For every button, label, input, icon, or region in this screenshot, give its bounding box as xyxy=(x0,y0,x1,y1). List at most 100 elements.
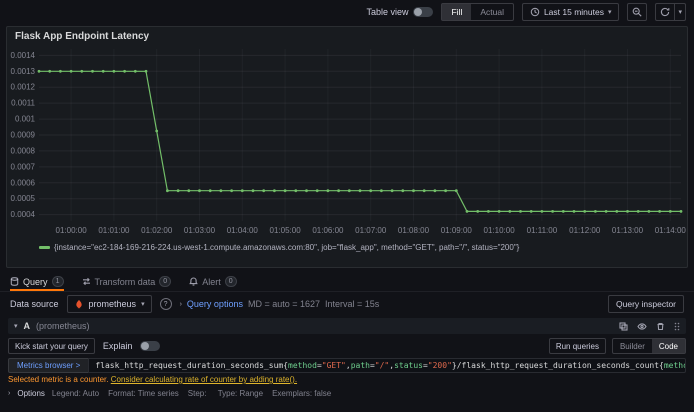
chart-legend[interactable]: {instance="ec2-184-169-216-224.us-west-1… xyxy=(39,243,681,252)
tab-alert-count: 0 xyxy=(224,276,237,287)
query-datasource-hint: (prometheus) xyxy=(36,321,90,331)
svg-text:0.0014: 0.0014 xyxy=(11,51,36,60)
legend-series-label[interactable]: {instance="ec2-184-169-216-224.us-west-1… xyxy=(54,243,519,252)
datasource-label: Data source xyxy=(10,299,59,309)
counter-warning: Selected metric is a counter. Consider c… xyxy=(8,375,686,385)
svg-text:01:10:00: 01:10:00 xyxy=(484,226,516,235)
tab-transform-label: Transform data xyxy=(94,276,156,287)
fill-button[interactable]: Fill xyxy=(442,4,472,20)
svg-text:0.0012: 0.0012 xyxy=(11,83,36,92)
query-row-header[interactable]: ▾ A (prometheus) xyxy=(8,318,686,334)
datasource-name: prometheus xyxy=(88,299,137,309)
switch-knob xyxy=(141,342,150,350)
datasource-picker[interactable]: prometheus ▾ xyxy=(66,295,152,313)
chevron-right-icon: › xyxy=(8,389,11,397)
panel-flask-latency: Flask App Endpoint Latency 0.0004 0.0005 0… xyxy=(6,26,688,268)
options-summary: Legend: Auto Format: Time series Step: Typ… xyxy=(51,388,332,398)
svg-text:0.0009: 0.0009 xyxy=(11,131,36,140)
panel-title: Flask App Endpoint Latency xyxy=(15,31,150,42)
tab-transform-count: 0 xyxy=(159,276,172,287)
svg-text:01:14:00: 01:14:00 xyxy=(655,226,687,235)
svg-text:0.0006: 0.0006 xyxy=(11,178,36,187)
query-ref-id: A xyxy=(23,321,31,331)
tab-query[interactable]: Query 1 xyxy=(10,272,64,291)
tab-query-label: Query xyxy=(23,276,48,287)
svg-text:0.0013: 0.0013 xyxy=(11,67,36,76)
tab-query-count: 1 xyxy=(51,276,64,287)
warning-rate-link[interactable]: Consider calculating rate of counter by … xyxy=(111,375,297,384)
table-view-switch[interactable] xyxy=(413,7,434,17)
svg-text:01:04:00: 01:04:00 xyxy=(227,226,259,235)
svg-text:0.001: 0.001 xyxy=(15,115,36,124)
tab-alert-label: Alert xyxy=(202,276,221,287)
warning-text: Selected metric is a counter. xyxy=(8,375,109,384)
query-options-label: Query options xyxy=(186,299,243,309)
svg-text:01:03:00: 01:03:00 xyxy=(184,226,216,235)
svg-text:01:13:00: 01:13:00 xyxy=(612,226,644,235)
interval-summary: Interval = 15s xyxy=(325,299,380,309)
trash-icon[interactable] xyxy=(656,322,665,331)
prometheus-icon xyxy=(74,299,84,309)
time-range-label: Last 15 minutes xyxy=(543,7,604,17)
query-toolbar: Kick start your query Explain Run querie… xyxy=(8,338,686,354)
svg-text:01:11:00: 01:11:00 xyxy=(527,226,558,235)
svg-text:01:09:00: 01:09:00 xyxy=(441,226,473,235)
tab-transform[interactable]: Transform data 0 xyxy=(82,272,172,291)
actual-button[interactable]: Actual xyxy=(471,4,513,20)
query-options-toggle[interactable]: › Query options MD = auto = 1627 Interva… xyxy=(180,299,380,309)
svg-text:01:07:00: 01:07:00 xyxy=(355,226,387,235)
collapse-icon[interactable]: ▾ xyxy=(14,322,18,330)
bell-icon xyxy=(189,277,198,286)
promql-code-input[interactable]: flask_http_request_duration_seconds_sum{… xyxy=(88,358,686,373)
time-range-picker[interactable]: Last 15 minutes ▾ xyxy=(521,3,620,21)
drag-handle-icon[interactable] xyxy=(674,322,680,331)
svg-text:01:02:00: 01:02:00 xyxy=(141,226,173,235)
table-view-label: Table view xyxy=(366,7,409,17)
svg-text:0.0005: 0.0005 xyxy=(11,194,36,203)
editor-mode-group: Builder Code xyxy=(611,338,686,354)
legend-series-color xyxy=(39,246,50,249)
explain-label: Explain xyxy=(102,341,133,351)
refresh-button[interactable] xyxy=(655,3,676,21)
svg-text:01:01:00: 01:01:00 xyxy=(98,226,130,235)
explain-switch[interactable] xyxy=(140,341,161,351)
svg-text:01:08:00: 01:08:00 xyxy=(398,226,430,235)
database-icon xyxy=(10,277,19,286)
display-mode-group: Fill Actual xyxy=(441,3,514,21)
query-inspector-button[interactable]: Query inspector xyxy=(608,295,684,313)
eye-icon[interactable] xyxy=(637,322,647,331)
refresh-icon xyxy=(660,7,670,17)
code-mode-button[interactable]: Code xyxy=(651,339,685,353)
timeseries-chart[interactable]: 0.0004 0.0005 0.0006 0.0007 0.0008 0.0009 0.00… xyxy=(7,43,687,243)
chevron-down-icon: ▾ xyxy=(607,9,612,16)
svg-text:01:12:00: 01:12:00 xyxy=(569,226,601,235)
svg-text:01:05:00: 01:05:00 xyxy=(270,226,302,235)
transform-icon xyxy=(82,277,91,286)
datasource-help-icon[interactable]: ? xyxy=(159,298,172,310)
chevron-down-icon: ▾ xyxy=(141,301,145,308)
svg-text:0.0011: 0.0011 xyxy=(11,99,35,108)
run-queries-button[interactable]: Run queries xyxy=(548,338,606,354)
kick-start-button[interactable]: Kick start your query xyxy=(8,338,95,354)
editor-toolbar: Table view Fill Actual Last 15 minutes ▾… xyxy=(0,0,694,24)
zoom-out-button[interactable] xyxy=(627,3,648,21)
tab-alert[interactable]: Alert 0 xyxy=(189,272,237,291)
query-toolbar-right: Run queries Builder Code xyxy=(548,338,686,354)
refresh-interval-dropdown[interactable]: ▾ xyxy=(675,3,686,21)
svg-text:0.0004: 0.0004 xyxy=(11,210,36,219)
query-row-actions xyxy=(619,321,680,331)
promql-editor-row: Metrics browser > flask_http_request_dur… xyxy=(8,358,686,373)
svg-text:0.0008: 0.0008 xyxy=(11,146,36,155)
refresh-split-button: ▾ xyxy=(655,3,686,21)
zoom-out-icon xyxy=(632,7,643,17)
builder-mode-button[interactable]: Builder xyxy=(613,339,652,353)
metrics-browser-button[interactable]: Metrics browser > xyxy=(8,358,89,373)
svg-text:0.0007: 0.0007 xyxy=(11,162,36,171)
clock-icon xyxy=(530,7,540,17)
duplicate-icon[interactable] xyxy=(619,321,628,331)
query-options-row: › Options Legend: Auto Format: Time serie… xyxy=(8,388,686,398)
datasource-bar: Data source prometheus ▾ ? › Query optio… xyxy=(0,292,694,316)
svg-text:01:00:00: 01:00:00 xyxy=(56,226,88,235)
options-label[interactable]: Options xyxy=(17,389,45,398)
chevron-right-icon: › xyxy=(179,300,182,308)
